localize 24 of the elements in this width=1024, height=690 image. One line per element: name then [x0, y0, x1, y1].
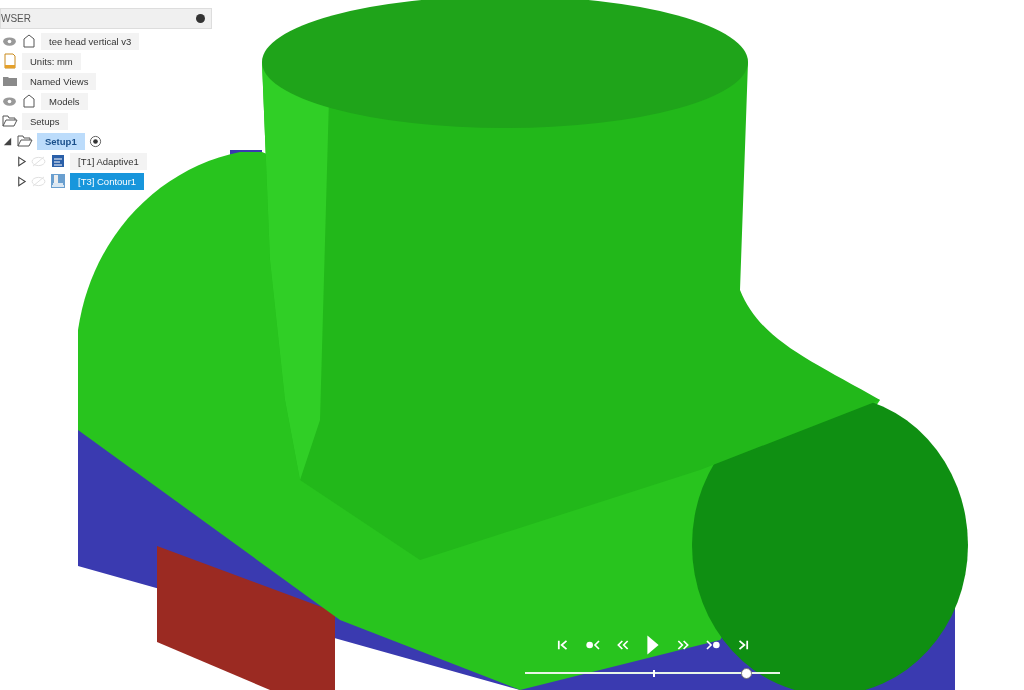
- collapse-icon[interactable]: [196, 14, 205, 23]
- panel-title: WSER: [1, 13, 31, 24]
- tree-item[interactable]: Models: [41, 92, 88, 110]
- next-marker-icon[interactable]: [704, 638, 721, 652]
- tree-item[interactable]: Setups: [22, 112, 68, 130]
- adaptive-icon: [50, 153, 66, 169]
- eye-icon[interactable]: [2, 95, 17, 107]
- tree-item[interactable]: Named Views: [22, 72, 97, 90]
- eye-icon[interactable]: [2, 35, 17, 47]
- contour-icon: [50, 173, 66, 189]
- tree-item[interactable]: [T1] Adaptive1: [70, 152, 147, 170]
- folder-open-icon: [2, 113, 18, 129]
- tree-item[interactable]: tee head vertical v3: [41, 32, 140, 50]
- folder-open-icon: [17, 133, 33, 149]
- component-icon: [21, 33, 37, 49]
- tree-item[interactable]: Setup1: [37, 132, 85, 150]
- expand-triangle-icon[interactable]: [16, 175, 27, 187]
- expand-triangle-icon[interactable]: [16, 155, 27, 167]
- slider-thumb[interactable]: [740, 668, 752, 679]
- collapse-triangle-icon[interactable]: [2, 135, 13, 147]
- tree-item[interactable]: Units: mm: [22, 52, 81, 70]
- active-setup-icon[interactable]: [88, 134, 102, 148]
- previous-marker-icon[interactable]: [584, 638, 601, 652]
- component-icon: [21, 93, 37, 109]
